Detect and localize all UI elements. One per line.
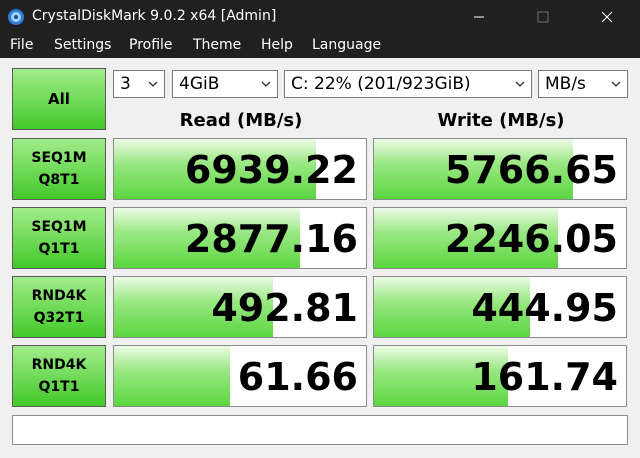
read-bar (114, 346, 230, 406)
close-button[interactable] (584, 0, 630, 34)
chevron-down-icon (148, 81, 158, 87)
main-panel: All 3 4GiB C: 22% (201/923GiB) MB/s Read… (0, 58, 640, 458)
test-name: RND4K (31, 288, 87, 304)
maximize-button[interactable] (520, 0, 566, 34)
menu-bar: File Settings Profile Theme Help Languag… (0, 34, 640, 58)
test-rnd4k-q1t1-button[interactable]: RND4K Q1T1 (12, 345, 106, 407)
test-size-value: 4GiB (179, 74, 220, 94)
close-icon (601, 11, 613, 23)
write-value: 2246.05 (444, 217, 618, 261)
read-value: 6939.22 (184, 148, 358, 192)
write-result-cell: 2246.05 (373, 207, 627, 269)
test-size-select[interactable]: 4GiB (172, 70, 278, 98)
test-count-select[interactable]: 3 (113, 70, 165, 98)
write-result-cell: 444.95 (373, 276, 627, 338)
crystal-disk-icon (8, 9, 24, 25)
chevron-down-icon (611, 81, 621, 87)
run-all-button[interactable]: All (12, 68, 106, 130)
unit-select[interactable]: MB/s (538, 70, 628, 98)
menu-language[interactable]: Language (312, 37, 381, 53)
menu-profile[interactable]: Profile (129, 37, 173, 53)
read-value: 492.81 (211, 286, 358, 330)
minimize-button[interactable] (456, 0, 502, 34)
chevron-down-icon (261, 81, 271, 87)
maximize-icon (537, 11, 549, 23)
comment-box[interactable] (12, 415, 628, 445)
write-result-cell: 161.74 (373, 345, 627, 407)
read-result-cell: 2877.16 (113, 207, 367, 269)
test-queue: Q1T1 (38, 379, 80, 395)
write-value: 444.95 (471, 286, 618, 330)
write-value: 161.74 (471, 355, 618, 399)
read-column-header: Read (MB/s) (179, 110, 303, 131)
test-queue: Q1T1 (38, 241, 80, 257)
test-rnd4k-q32t1-button[interactable]: RND4K Q32T1 (12, 276, 106, 338)
window-title: CrystalDiskMark 9.0.2 x64 [Admin] (32, 8, 277, 24)
minimize-icon (474, 16, 484, 18)
menu-settings[interactable]: Settings (54, 37, 111, 53)
read-result-cell: 492.81 (113, 276, 367, 338)
read-result-cell: 6939.22 (113, 138, 367, 200)
read-result-cell: 61.66 (113, 345, 367, 407)
write-value: 5766.65 (444, 148, 618, 192)
app-window: CrystalDiskMark 9.0.2 x64 [Admin] File S… (0, 0, 640, 458)
write-column-header: Write (MB/s) (437, 110, 565, 131)
test-count-value: 3 (120, 74, 131, 94)
unit-value: MB/s (545, 74, 586, 94)
test-name: SEQ1M (31, 150, 87, 166)
chevron-down-icon (515, 81, 525, 87)
drive-value: C: 22% (201/923GiB) (291, 74, 471, 94)
test-seq1m-q1t1-button[interactable]: SEQ1M Q1T1 (12, 207, 106, 269)
menu-theme[interactable]: Theme (193, 37, 241, 53)
test-name: SEQ1M (31, 219, 87, 235)
read-value: 2877.16 (184, 217, 358, 261)
drive-select[interactable]: C: 22% (201/923GiB) (284, 70, 532, 98)
test-queue: Q32T1 (33, 310, 85, 326)
read-value: 61.66 (237, 355, 358, 399)
write-result-cell: 5766.65 (373, 138, 627, 200)
menu-file[interactable]: File (10, 37, 33, 53)
title-bar[interactable]: CrystalDiskMark 9.0.2 x64 [Admin] (0, 0, 640, 34)
test-seq1m-q8t1-button[interactable]: SEQ1M Q8T1 (12, 138, 106, 200)
test-name: RND4K (31, 357, 87, 373)
menu-help[interactable]: Help (261, 37, 293, 53)
test-queue: Q8T1 (38, 172, 80, 188)
